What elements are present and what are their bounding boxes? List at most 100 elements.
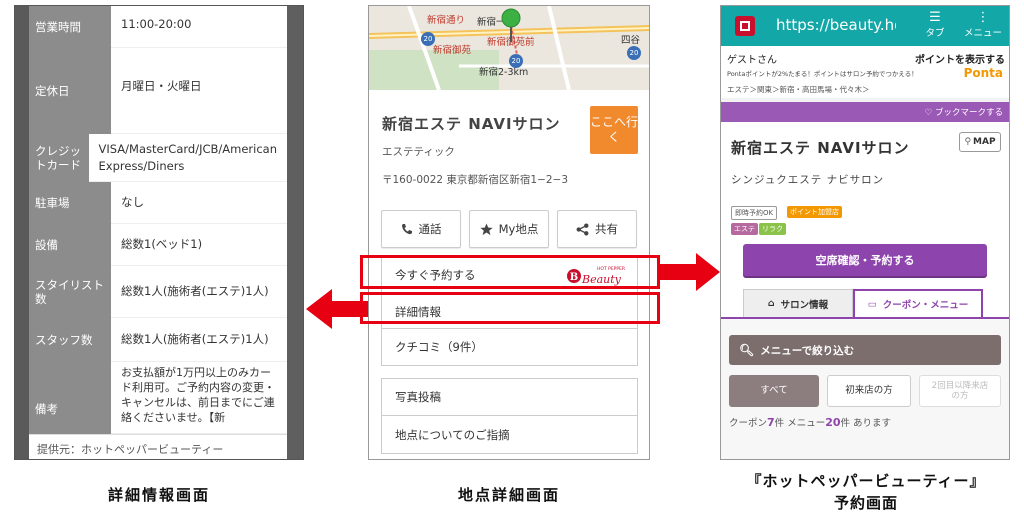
tabs-button[interactable]: ☰ タブ: [915, 10, 955, 40]
detail-row: 営業時間 11:00-20:00: [29, 6, 287, 48]
point-member-tag: ポイント加盟店: [787, 206, 842, 218]
spot-detail-panel: 新宿通り 新宿一 新宿御苑前 新宿御苑 新宿2-3km 四谷 20 20 20 …: [368, 5, 650, 460]
account-header: ゲストさん ポイントを表示する Pontaポイントが2%たまる！ポイントはサロン…: [721, 46, 1009, 98]
segment-repeat-visit[interactable]: 2回目以降来店の方: [919, 375, 1001, 407]
detail-label: 営業時間: [29, 6, 111, 48]
coupon-count-label: クーポン: [729, 418, 768, 429]
detail-value: なし: [111, 182, 287, 224]
arrow-right-icon: [660, 253, 720, 291]
detail-row: スタイリスト数 総数1人(施術者(エステ)1人): [29, 266, 287, 318]
relax-tag: リラク: [759, 223, 786, 235]
result-count: クーポン7件 メニュー20件 あります: [729, 415, 891, 429]
detail-screen-panel: 営業時間 11:00-20:00 定休日 月曜日・火曜日 クレジットカード VI…: [14, 5, 304, 460]
highlight-details: [360, 292, 660, 324]
detail-value: 総数1人(施術者(エステ)1人): [111, 318, 287, 362]
route-shield-icon: 20: [509, 54, 523, 68]
instant-booking-tag: 即時予約OK: [731, 206, 778, 220]
map-label: 新宿御苑: [433, 45, 472, 56]
detail-value: 11:00-20:00: [111, 6, 287, 48]
hpb-shop-kana: シンジュクエステ ナビサロン: [731, 174, 885, 186]
count-suffix: 件 あります: [840, 418, 892, 429]
hamburger-icon: ☰: [929, 10, 941, 25]
segment-all[interactable]: すべて: [729, 375, 819, 407]
detail-label: スタッフ数: [29, 318, 111, 362]
menu-filter-button[interactable]: 🔍︎ メニューで絞り込む: [729, 335, 1001, 365]
map-label: 新宿通り: [427, 15, 466, 26]
hpb-reservation-panel: https://beauty.ho ☰ タブ ⋮ メニュー ゲストさん ポイント…: [720, 5, 1010, 460]
tab-salon-label: サロン情報: [780, 299, 829, 311]
my-spot-button[interactable]: My地点: [469, 210, 549, 248]
route-shield-icon: 20: [627, 46, 641, 60]
tab-salon-info[interactable]: ⌂ サロン情報: [743, 289, 853, 317]
phone-icon: [401, 224, 412, 235]
vacancy-reserve-button[interactable]: 空席確認・予約する: [743, 244, 987, 276]
detail-row: 設備 総数1(ベッド1): [29, 224, 287, 266]
route-shield-icon: 20: [421, 32, 435, 46]
detail-row: 駐車場 なし: [29, 182, 287, 224]
coupon-icon: ▭: [867, 298, 877, 310]
reviews-row[interactable]: クチコミ（9件）: [381, 328, 638, 366]
coupon-section: 🔍︎ メニューで絞り込む すべて 初来店の方 2回目以降来店の方 クーポン7件 メ…: [721, 317, 1009, 459]
tab-coupon-menu[interactable]: ▭ クーポン・メニュー: [853, 289, 983, 317]
map-label: 新宿2-3km: [479, 67, 529, 78]
show-points-link[interactable]: ポイントを表示する: [915, 51, 1005, 66]
kebab-icon: ⋮: [976, 10, 990, 25]
go-here-button[interactable]: ここへ行く: [590, 106, 638, 154]
browser-toolbar: https://beauty.ho ☰ タブ ⋮ メニュー: [721, 6, 1009, 46]
segment-first-visit[interactable]: 初来店の方: [827, 375, 911, 407]
detail-label: 設備: [29, 224, 111, 266]
call-button[interactable]: 通話: [381, 210, 461, 248]
detail-value: 総数1人(施術者(エステ)1人): [111, 266, 287, 318]
map-button-label: MAP: [973, 137, 996, 147]
bookmark-label: ブックマークする: [934, 108, 1003, 118]
ponta-logo: Ponta: [963, 66, 1003, 80]
detail-source-footer: 提供元：ホットペッパービューティー: [29, 434, 287, 459]
map-button[interactable]: ⚲ MAP: [959, 132, 1001, 152]
menu-label: メニュー: [963, 28, 1002, 39]
menu-button[interactable]: ⋮ メニュー: [963, 10, 1003, 40]
feedback-item[interactable]: 地点についてのご指摘: [382, 416, 637, 453]
filter-label: メニューで絞り込む: [760, 344, 855, 357]
coupon-count: 7: [767, 416, 775, 429]
ponta-note: Pontaポイントが2%たまる！ポイントはサロン予約でつかえる！: [727, 70, 918, 78]
house-icon: ⌂: [767, 298, 775, 309]
heart-icon: ♡: [924, 108, 935, 118]
url-bar[interactable]: https://beauty.ho: [776, 16, 896, 34]
tab-coupon-label: クーポン・メニュー: [882, 300, 969, 311]
location-pin-icon: [501, 8, 521, 42]
caption-hpb-screen-line1: 『ホットペッパービューティー』: [746, 472, 986, 490]
photo-post-item[interactable]: 写真投稿: [382, 379, 637, 416]
detail-label: 備考: [29, 362, 111, 434]
bookmark-bar[interactable]: ♡ ブックマークする: [721, 102, 1009, 122]
detail-label: 定休日: [29, 48, 111, 134]
guest-label: ゲストさん: [727, 55, 777, 66]
share-button[interactable]: 共有: [557, 210, 637, 248]
detail-label: 駐車場: [29, 182, 111, 224]
detail-row: 備考 お支払額が1万円以上のみカード利用可。ご予約内容の変更・キャンセルは、前日…: [29, 362, 287, 434]
detail-label: スタイリスト数: [29, 266, 111, 318]
background-app-strip-right: [287, 6, 303, 459]
breadcrumb[interactable]: エステ＞関東＞新宿・高田馬場・代々木＞: [727, 84, 870, 95]
caption-spot-screen: 地点詳細画面: [457, 486, 560, 504]
detail-row: クレジットカード VISA/MasterCard/JCB/American Ex…: [29, 134, 287, 182]
menu-count-label: 件 メニュー: [774, 418, 826, 429]
reviews-label: クチコミ（9件）: [395, 340, 483, 354]
map-label: 四谷: [621, 35, 641, 46]
search-icon: 🔍︎: [739, 343, 755, 357]
shop-category: エステティック: [382, 146, 455, 158]
map-pin-icon: ⚲: [964, 137, 972, 147]
highlight-reserve-now: [360, 255, 660, 289]
detail-info-card: 営業時間 11:00-20:00 定休日 月曜日・火曜日 クレジットカード VI…: [29, 6, 287, 434]
shop-address: 〒160-0022 東京都新宿区新宿1−2−3: [382, 174, 569, 186]
map-view[interactable]: 新宿通り 新宿一 新宿御苑前 新宿御苑 新宿2-3km 四谷 20 20 20: [369, 6, 649, 90]
hpb-shop-name: 新宿エステ NAVIサロン: [731, 139, 910, 157]
detail-value: 月曜日・火曜日: [111, 48, 287, 134]
post-list: 写真投稿 地点についてのご指摘: [381, 378, 638, 454]
menu-count: 20: [825, 416, 841, 429]
caption-detail-screen: 詳細情報画面: [107, 486, 210, 504]
detail-row: 定休日 月曜日・火曜日: [29, 48, 287, 134]
detail-row: スタッフ数 総数1人(施術者(エステ)1人): [29, 318, 287, 362]
my-spot-label: My地点: [498, 222, 539, 236]
shop-name: 新宿エステ NAVIサロン: [382, 115, 561, 133]
detail-label: クレジットカード: [29, 134, 89, 182]
